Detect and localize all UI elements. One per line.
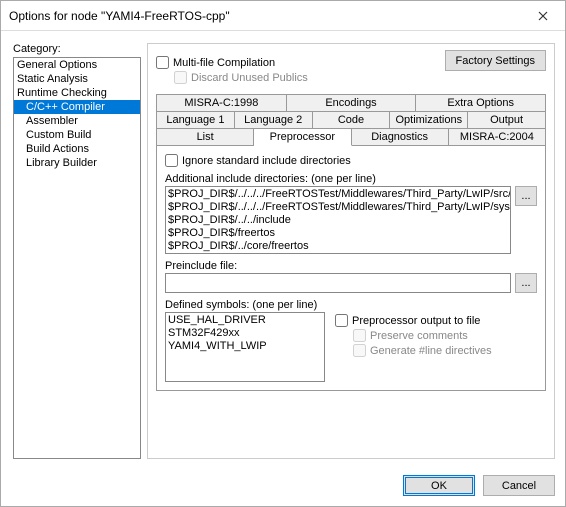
tab[interactable]: Preprocessor [254, 128, 351, 146]
tab[interactable]: Extra Options [416, 94, 546, 111]
category-item[interactable]: Library Builder [14, 156, 140, 170]
tab-control: MISRA-C:1998EncodingsExtra Options Langu… [156, 94, 546, 391]
additional-include-label: Additional include directories: (one per… [165, 173, 537, 185]
tab[interactable]: MISRA-C:2004 [449, 128, 546, 145]
preinclude-input[interactable] [165, 273, 511, 293]
tab[interactable]: Code [313, 111, 391, 128]
pp-output-input[interactable] [335, 314, 348, 327]
multi-file-label: Multi-file Compilation [173, 57, 275, 69]
category-item[interactable]: Build Actions [14, 142, 140, 156]
category-panel: Category: General OptionsStatic Analysis… [13, 43, 141, 459]
pp-output-checkbox[interactable]: Preprocessor output to file [335, 314, 537, 327]
preserve-comments-label: Preserve comments [370, 330, 468, 342]
discard-unused-checkbox: Discard Unused Publics [174, 71, 546, 84]
category-item[interactable]: Runtime Checking [14, 86, 140, 100]
generate-line-input [353, 344, 366, 357]
ok-button[interactable]: OK [403, 475, 475, 496]
preinclude-label: Preinclude file: [165, 260, 537, 272]
tab[interactable]: Output [468, 111, 546, 128]
close-icon [538, 11, 548, 21]
factory-settings-button[interactable]: Factory Settings [445, 50, 546, 71]
tab[interactable]: Encodings [287, 94, 417, 111]
settings-panel: Factory Settings Multi-file Compilation … [147, 43, 555, 459]
tab[interactable]: Optimizations [390, 111, 468, 128]
category-item[interactable]: General Options [14, 58, 140, 72]
category-item[interactable]: Assembler [14, 114, 140, 128]
generate-line-label: Generate #line directives [370, 345, 492, 357]
pp-output-label: Preprocessor output to file [352, 315, 480, 327]
options-dialog: Options for node "YAMI4-FreeRTOS-cpp" Ca… [0, 0, 566, 507]
category-item[interactable]: Custom Build [14, 128, 140, 142]
titlebar: Options for node "YAMI4-FreeRTOS-cpp" [1, 1, 565, 31]
preserve-comments-input [353, 329, 366, 342]
defined-symbols-textarea[interactable]: USE_HAL_DRIVER STM32F429xx YAMI4_WITH_LW… [165, 312, 325, 382]
discard-unused-input [174, 71, 187, 84]
tab[interactable]: Diagnostics [352, 128, 449, 145]
defined-symbols-label: Defined symbols: (one per line) [165, 299, 537, 311]
tab-content-preprocessor: Ignore standard include directories Addi… [156, 145, 546, 391]
cancel-button[interactable]: Cancel [483, 475, 555, 496]
additional-include-browse-button[interactable]: ... [515, 186, 537, 206]
additional-include-textarea[interactable]: $PROJ_DIR$/../../../FreeRTOSTest/Middlew… [165, 186, 511, 254]
generate-line-checkbox: Generate #line directives [353, 344, 537, 357]
ignore-std-input[interactable] [165, 154, 178, 167]
dialog-footer: OK Cancel [1, 467, 565, 506]
category-label: Category: [13, 43, 141, 55]
ignore-std-checkbox[interactable]: Ignore standard include directories [165, 154, 537, 167]
tab[interactable]: MISRA-C:1998 [156, 94, 287, 111]
multi-file-input[interactable] [156, 56, 169, 69]
discard-unused-label: Discard Unused Publics [191, 72, 308, 84]
tab[interactable]: Language 1 [156, 111, 235, 128]
category-list[interactable]: General OptionsStatic AnalysisRuntime Ch… [13, 57, 141, 459]
category-item[interactable]: C/C++ Compiler [14, 100, 140, 114]
ignore-std-label: Ignore standard include directories [182, 155, 351, 167]
tab[interactable]: List [156, 128, 254, 145]
preinclude-browse-button[interactable]: ... [515, 273, 537, 293]
preserve-comments-checkbox: Preserve comments [353, 329, 537, 342]
tab[interactable]: Language 2 [235, 111, 313, 128]
window-title: Options for node "YAMI4-FreeRTOS-cpp" [9, 9, 523, 23]
category-item[interactable]: Static Analysis [14, 72, 140, 86]
close-button[interactable] [523, 2, 563, 30]
